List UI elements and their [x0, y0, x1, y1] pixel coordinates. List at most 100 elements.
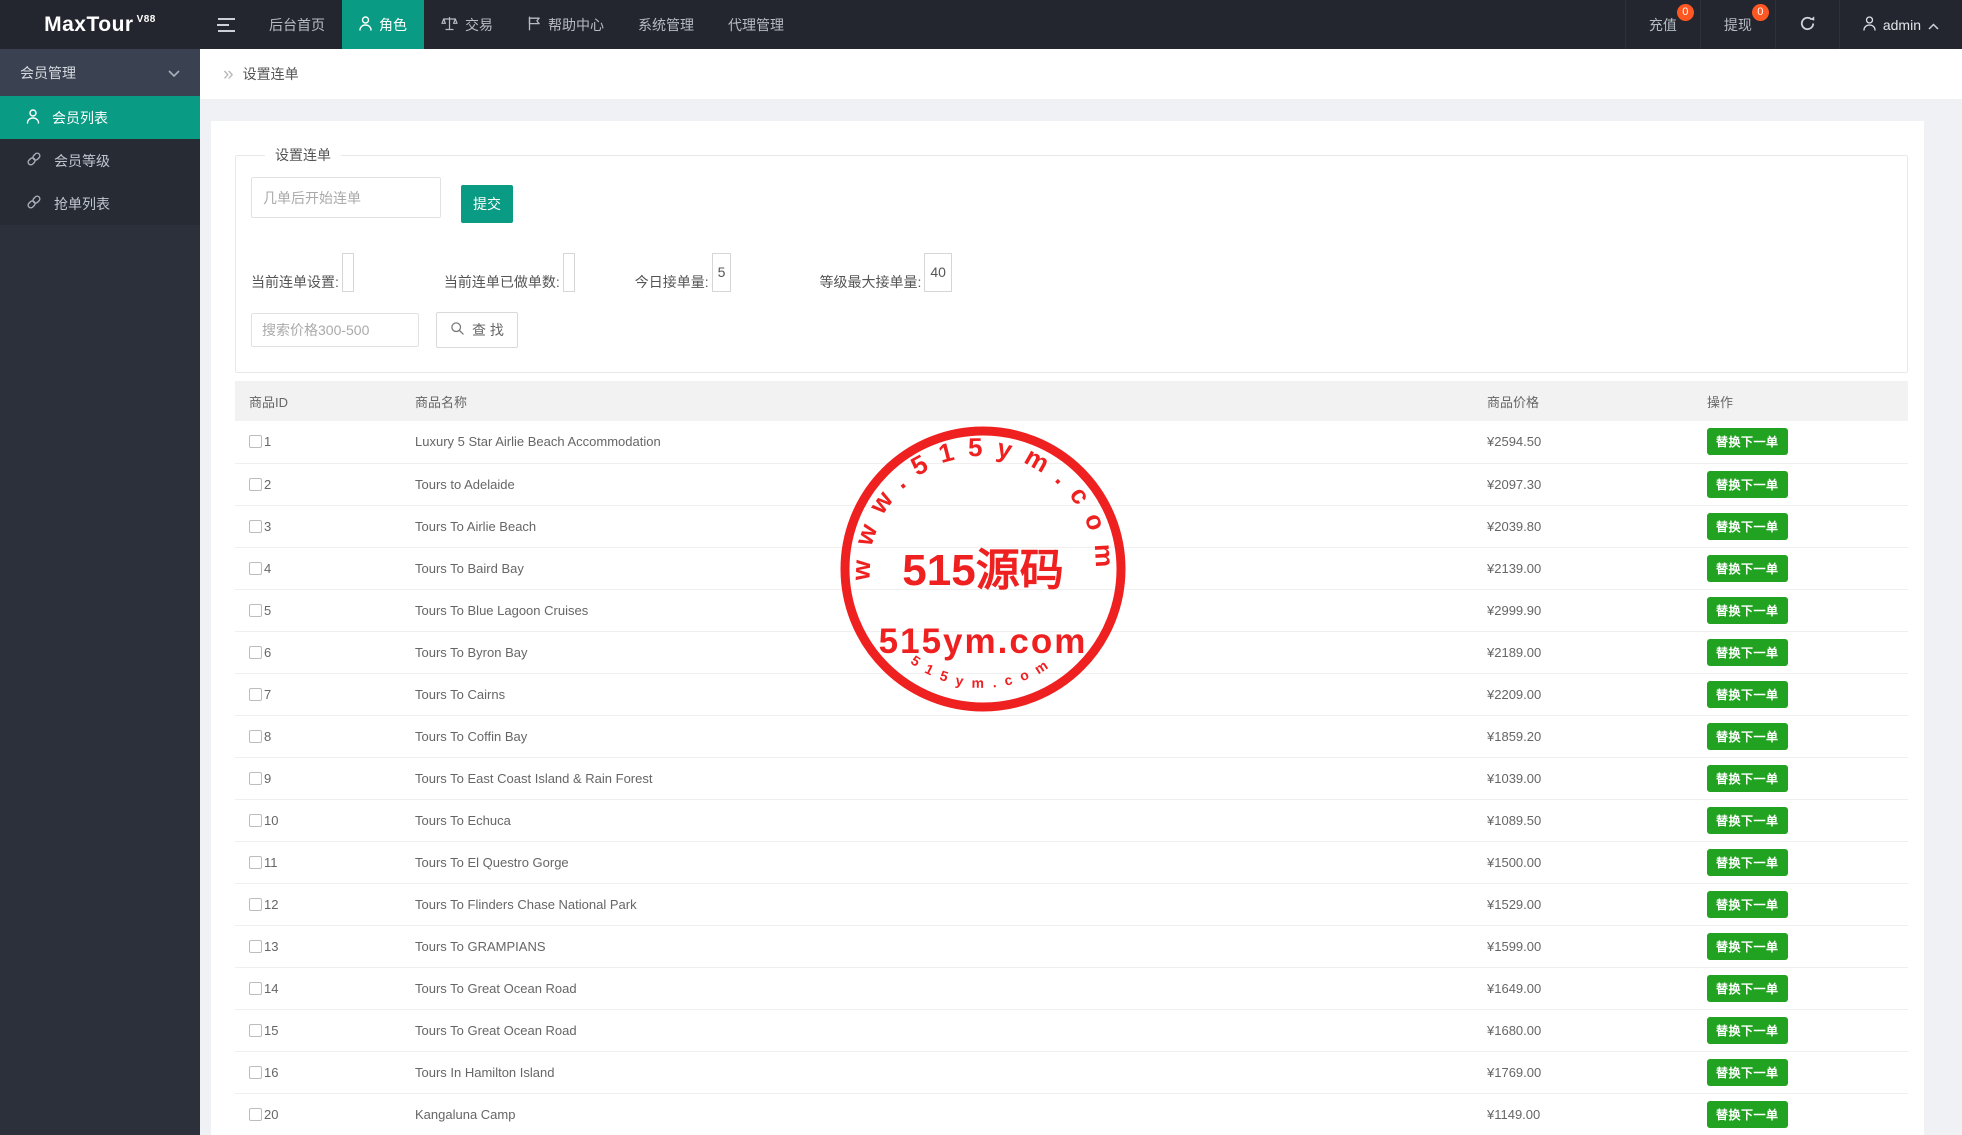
replace-next-order-button[interactable]: 替换下一单: [1707, 764, 1788, 792]
product-price-cell: ¥2139.00: [1473, 547, 1693, 590]
recharge-button[interactable]: 充值 0: [1624, 0, 1700, 49]
row-checkbox[interactable]: [249, 477, 262, 491]
product-name-cell: Tours In Hamilton Island: [401, 1051, 1473, 1094]
row-action-cell: 替换下一单: [1693, 967, 1908, 1010]
row-checkbox[interactable]: [249, 1065, 262, 1079]
product-name-cell: Tours To El Questro Gorge: [401, 841, 1473, 884]
product-price-cell: ¥1649.00: [1473, 967, 1693, 1010]
replace-next-order-button[interactable]: 替换下一单: [1707, 1100, 1788, 1128]
recharge-badge: 0: [1676, 4, 1694, 21]
stat-current-chain-setting: 当前连单设置:: [251, 253, 354, 292]
nav-item-agents[interactable]: 代理管理: [711, 0, 801, 49]
user-menu[interactable]: admin: [1838, 0, 1962, 49]
row-checkbox[interactable]: [249, 771, 262, 785]
flag-icon: [527, 16, 541, 34]
product-name-cell: Luxury 5 Star Airlie Beach Accommodation: [401, 421, 1473, 464]
sidebar-submenu: 会员列表 会员等级 抢单列表: [0, 96, 200, 225]
content-card: 设置连单 提交 当前连单设置: 当前连单已做单数: 今日接单量: 5: [211, 121, 1924, 1135]
find-button[interactable]: 查 找: [436, 312, 518, 348]
replace-next-order-button[interactable]: 替换下一单: [1707, 932, 1788, 960]
navbar-right: 充值 0 提现 0 admin: [1624, 0, 1962, 49]
sidebar-item-member-list[interactable]: 会员列表: [0, 96, 200, 139]
nav-item-system[interactable]: 系统管理: [621, 0, 711, 49]
row-checkbox[interactable]: [249, 981, 262, 995]
nav-item-help-center[interactable]: 帮助中心: [510, 0, 621, 49]
replace-next-order-button[interactable]: 替换下一单: [1707, 680, 1788, 708]
row-action-cell: 替换下一单: [1693, 925, 1908, 968]
row-action-cell: 替换下一单: [1693, 1093, 1908, 1135]
col-product-name: 商品名称: [401, 381, 1473, 421]
replace-next-order-button[interactable]: 替换下一单: [1707, 1058, 1788, 1086]
row-action-cell: 替换下一单: [1693, 715, 1908, 758]
table-row: 10 Tours To Echuca ¥1089.50 替换下一单: [235, 799, 1908, 842]
row-checkbox[interactable]: [249, 897, 262, 911]
product-name-cell: Tours To Coffin Bay: [401, 715, 1473, 758]
product-name-cell: Tours To GRAMPIANS: [401, 925, 1473, 968]
row-checkbox[interactable]: [249, 855, 262, 869]
sidebar-item-member-level[interactable]: 会员等级: [0, 139, 200, 182]
nav-item-trade[interactable]: 交易: [424, 0, 510, 49]
row-checkbox[interactable]: [249, 1023, 262, 1037]
breadcrumb: » 设置连单: [200, 49, 1962, 99]
product-price-cell: ¥2097.30: [1473, 463, 1693, 506]
replace-next-order-button[interactable]: 替换下一单: [1707, 848, 1788, 876]
row-checkbox[interactable]: [249, 561, 262, 575]
row-checkbox[interactable]: [249, 435, 262, 449]
product-price-cell: ¥2039.80: [1473, 505, 1693, 548]
replace-next-order-button[interactable]: 替换下一单: [1707, 596, 1788, 624]
row-action-cell: 替换下一单: [1693, 505, 1908, 548]
replace-next-order-button[interactable]: 替换下一单: [1707, 974, 1788, 1002]
chain-start-input[interactable]: [251, 177, 441, 218]
nav-item-roles[interactable]: 角色: [342, 0, 424, 49]
table-row: 12 Tours To Flinders Chase National Park…: [235, 883, 1908, 926]
product-name-cell: Tours To Baird Bay: [401, 547, 1473, 590]
product-price-cell: ¥1039.00: [1473, 757, 1693, 800]
row-checkbox[interactable]: [249, 1107, 262, 1121]
replace-next-order-button[interactable]: 替换下一单: [1707, 806, 1788, 834]
row-checkbox[interactable]: [249, 687, 262, 701]
replace-next-order-button[interactable]: 替换下一单: [1707, 512, 1788, 540]
product-id-cell: 4: [235, 547, 401, 590]
row-checkbox[interactable]: [249, 519, 262, 533]
replace-next-order-button[interactable]: 替换下一单: [1707, 428, 1788, 456]
replace-next-order-button[interactable]: 替换下一单: [1707, 1016, 1788, 1044]
panel-legend: 设置连单: [275, 147, 331, 163]
product-id-cell: 13: [235, 925, 401, 968]
sidebar-group-member-management[interactable]: 会员管理: [0, 49, 200, 96]
sidebar-toggle-icon[interactable]: [200, 0, 252, 49]
row-checkbox[interactable]: [249, 645, 262, 659]
submit-button[interactable]: 提交: [461, 185, 513, 223]
breadcrumb-marker-icon: »: [223, 63, 234, 85]
product-name-cell: Tours To Blue Lagoon Cruises: [401, 589, 1473, 632]
replace-next-order-button[interactable]: 替换下一单: [1707, 890, 1788, 918]
product-id-cell: 11: [235, 841, 401, 884]
row-checkbox[interactable]: [249, 729, 262, 743]
row-checkbox[interactable]: [249, 603, 262, 617]
product-id-cell: 14: [235, 967, 401, 1010]
sidebar: 会员管理 会员列表 会员等级 抢单列表: [0, 49, 200, 1135]
product-name-cell: Tours To Byron Bay: [401, 631, 1473, 674]
row-checkbox[interactable]: [249, 939, 262, 953]
replace-next-order-button[interactable]: 替换下一单: [1707, 722, 1788, 750]
table-row: 11 Tours To El Questro Gorge ¥1500.00 替换…: [235, 841, 1908, 884]
table-row: 8 Tours To Coffin Bay ¥1859.20 替换下一单: [235, 715, 1908, 758]
replace-next-order-button[interactable]: 替换下一单: [1707, 554, 1788, 582]
table-row: 2 Tours to Adelaide ¥2097.30 替换下一单: [235, 463, 1908, 506]
person-icon: [1863, 15, 1876, 34]
product-price-cell: ¥1769.00: [1473, 1051, 1693, 1094]
refresh-button[interactable]: [1774, 0, 1839, 49]
top-navbar: MaxTour V88 后台首页 角色 交易 帮助中心 系统管理 代理管理 充值 …: [0, 0, 1962, 49]
price-search-input[interactable]: [251, 313, 419, 347]
app-logo-text: MaxTour: [44, 12, 134, 36]
withdraw-button[interactable]: 提现 0: [1699, 0, 1775, 49]
table-row: 6 Tours To Byron Bay ¥2189.00 替换下一单: [235, 631, 1908, 674]
replace-next-order-button[interactable]: 替换下一单: [1707, 470, 1788, 498]
row-checkbox[interactable]: [249, 813, 262, 827]
table-row: 13 Tours To GRAMPIANS ¥1599.00 替换下一单: [235, 925, 1908, 968]
row-action-cell: 替换下一单: [1693, 799, 1908, 842]
sidebar-item-grab-order-list[interactable]: 抢单列表: [0, 182, 200, 225]
replace-next-order-button[interactable]: 替换下一单: [1707, 638, 1788, 666]
nav-item-dashboard[interactable]: 后台首页: [252, 0, 342, 49]
product-price-cell: ¥1529.00: [1473, 883, 1693, 926]
product-id-cell: 10: [235, 799, 401, 842]
